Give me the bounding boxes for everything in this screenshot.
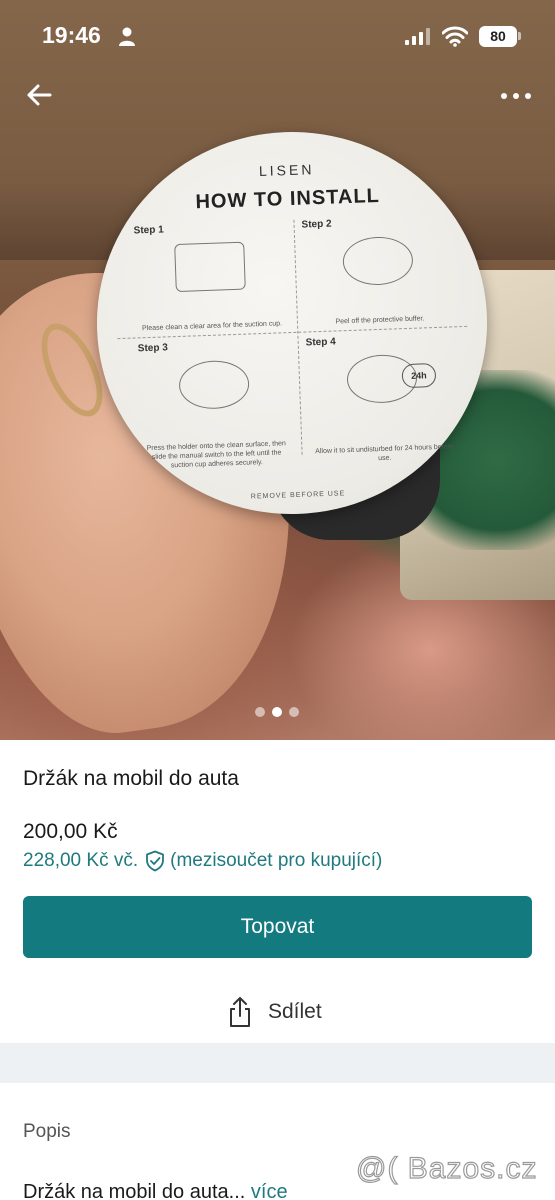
status-time: 19:46 (42, 22, 101, 48)
back-arrow-icon[interactable] (22, 80, 56, 110)
listing-details: Držák na mobil do auta 200,00 Kč 228,00 … (0, 740, 555, 1200)
shield-check-icon[interactable] (144, 850, 166, 872)
listing-title: Držák na mobil do auta (23, 767, 239, 790)
listing-price: 200,00 Kč (23, 820, 118, 843)
wifi-icon (442, 26, 468, 47)
description-more-link[interactable]: více (251, 1181, 288, 1200)
step-2-illustration (342, 235, 414, 287)
carousel-indicator (250, 705, 310, 717)
step-text: Peel off the protective buffer. (335, 315, 425, 326)
battery-tip (518, 32, 521, 40)
buyer-price: 228,00 Kč vč. (23, 850, 139, 871)
status-bar: 19:46 80 (0, 0, 555, 70)
step-text: Please clean a clear area for the suctio… (141, 320, 283, 333)
step-1-illustration (174, 241, 246, 293)
share-button[interactable]: Sdílet (226, 995, 322, 1029)
section-divider (0, 1043, 555, 1083)
step-title: Step 1 (133, 224, 164, 237)
step-text: Press the holder onto the clean surface,… (146, 440, 286, 470)
label-step-2: Step 2 Peel off the protective buffer. (301, 214, 455, 329)
description-text: Držák na mobil do auta... (23, 1181, 246, 1200)
label-step-4: Step 4 24h Allow it to sit undisturbed f… (306, 332, 460, 467)
description-heading: Popis (23, 1121, 71, 1142)
description-preview: Držák na mobil do auta... více (23, 1181, 288, 1200)
share-icon (230, 997, 250, 1027)
label-step-3: Step 3 Press the holder onto the clean s… (138, 338, 292, 473)
person-icon (119, 27, 135, 46)
label-24h-badge: 24h (401, 363, 437, 389)
carousel-dot[interactable] (289, 707, 299, 717)
label-divider-vertical (293, 219, 303, 455)
step-title: Step 4 (305, 336, 336, 349)
step-text: Allow it to sit undisturbed for 24 hours… (315, 443, 454, 463)
step-title: Step 3 (137, 342, 168, 355)
step-3-illustration (178, 359, 250, 410)
carousel-dot[interactable] (255, 707, 265, 717)
bazos-watermark: @( Bazos.cz (355, 1151, 538, 1185)
topovat-button[interactable]: Topovat (23, 896, 532, 958)
buyer-price-note[interactable]: (mezisoučet pro kupující) (170, 850, 382, 872)
more-options-icon[interactable] (496, 84, 536, 108)
label-step-1: Step 1 Please clean a clear area for the… (133, 220, 287, 335)
label-steps-grid: Step 1 Please clean a clear area for the… (117, 214, 468, 495)
buyer-price-row: 228,00 Kč vč. (mezisoučet pro kupující) (23, 850, 382, 872)
step-title: Step 2 (301, 218, 332, 231)
battery-indicator: 80 (479, 26, 517, 47)
carousel-dot-active[interactable] (272, 707, 282, 717)
share-label: Sdílet (268, 1000, 322, 1023)
signal-icon (405, 28, 430, 45)
product-photo[interactable]: LISEN HOW TO INSTALL Step 1 Please clean… (0, 0, 555, 740)
